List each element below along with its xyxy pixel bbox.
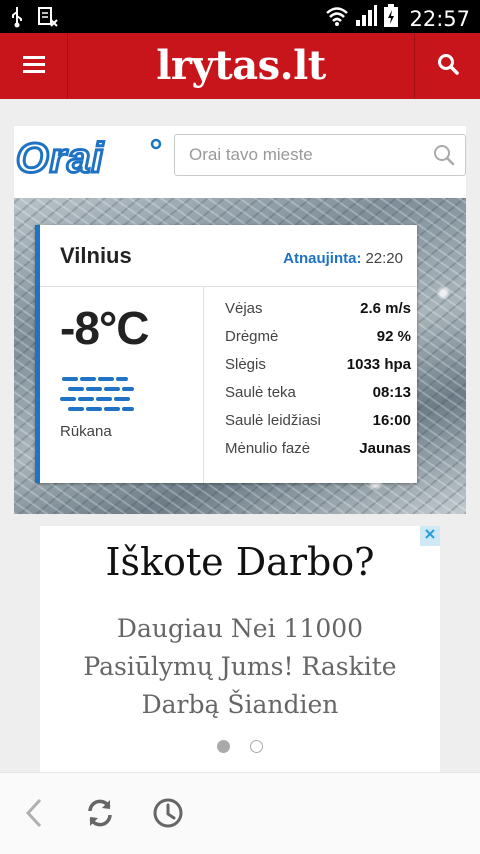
header-search-button[interactable] — [414, 33, 480, 99]
fog-icon — [60, 375, 136, 420]
ad-banner[interactable]: Iškote Darbo? Daugiau Nei 11000 Pasiūlym… — [40, 526, 440, 772]
clock-icon — [152, 797, 184, 834]
ad-page-dot[interactable] — [250, 740, 263, 753]
weather-condition: Rūkana — [60, 423, 112, 440]
city-search-box[interactable] — [174, 134, 466, 176]
orai-logo-graphic: Orai — [15, 133, 162, 183]
menu-button[interactable] — [0, 33, 68, 99]
stat-label: Drėgmė — [225, 328, 279, 345]
stat-label: Mėnulio fazė — [225, 440, 311, 457]
stat-sunrise: Saulė teka 08:13 — [225, 379, 411, 407]
updated-time: 22:20 — [365, 250, 403, 267]
hamburger-icon — [22, 55, 45, 78]
history-button[interactable] — [148, 795, 188, 835]
temperature: -8°C — [60, 302, 150, 354]
browser-bottom-bar — [0, 772, 480, 854]
stat-value: 92 % — [376, 328, 411, 345]
stat-value: 08:13 — [372, 384, 411, 401]
stat-label: Saulė leidžiasi — [225, 412, 321, 429]
updated-info: Atnaujinta: 22:20 — [283, 250, 403, 267]
wifi-icon — [325, 5, 349, 32]
stat-wind: Vėjas 2.6 m/s — [225, 295, 411, 323]
stat-sunset: Saulė leidžiasi 16:00 — [225, 407, 411, 435]
city-name: Vilnius — [60, 243, 132, 268]
stat-value: 2.6 m/s — [360, 300, 411, 317]
stat-label: Vėjas — [225, 300, 263, 317]
weather-widget: Orai Vilnius Atnaujinta:22:20 -8°C — [14, 126, 466, 514]
site-logo[interactable]: lrytas.lt — [68, 33, 414, 99]
stat-humidity: Drėgmė 92 % — [225, 323, 411, 351]
search-icon — [437, 53, 459, 80]
ad-body[interactable]: Daugiau Nei 11000 Pasiūlymų Jums! Raskit… — [50, 610, 430, 724]
stat-moon-phase: Mėnulio fazė Jaunas — [225, 435, 411, 463]
weather-background-image: Vilnius Atnaujinta: 22:20 -8°C Rūkana Vė… — [14, 198, 466, 514]
storage-notification-icon — [38, 6, 58, 33]
status-clock: 22:57 — [409, 6, 470, 31]
refresh-icon — [84, 797, 116, 834]
back-button[interactable] — [14, 795, 54, 835]
back-arrow-icon — [25, 798, 43, 833]
usb-icon — [10, 6, 24, 33]
app-header: lrytas.lt — [0, 33, 480, 99]
updated-label: Atnaujinta: — [283, 250, 362, 267]
stat-value: Jaunas — [359, 440, 411, 457]
divider — [203, 286, 204, 483]
divider — [40, 286, 417, 287]
status-bar: 22:57 — [0, 0, 480, 33]
orai-logo-text: Orai — [16, 136, 104, 180]
stat-label: Slėgis — [225, 356, 266, 373]
stat-pressure: Slėgis 1033 hpa — [225, 351, 411, 379]
ad-pagination — [40, 740, 440, 753]
stat-label: Saulė teka — [225, 384, 296, 401]
battery-icon — [383, 4, 399, 33]
stat-value: 16:00 — [372, 412, 411, 429]
city-search-input[interactable] — [189, 135, 419, 175]
main-content: Orai Vilnius Atnaujinta:22:20 -8°C — [0, 99, 480, 772]
stat-value: 1033 hpa — [346, 356, 411, 373]
weather-card: Vilnius Atnaujinta: 22:20 -8°C Rūkana Vė… — [35, 225, 417, 483]
ad-headline[interactable]: Iškote Darbo? — [40, 540, 440, 584]
weather-stats: Vėjas 2.6 m/s Drėgmė 92 % Slėgis 1033 hpa S… — [225, 295, 411, 463]
reload-button[interactable] — [80, 795, 120, 835]
orai-logo[interactable]: Orai — [15, 133, 166, 183]
search-icon[interactable] — [433, 144, 455, 171]
ad-page-dot-active[interactable] — [217, 740, 230, 753]
signal-icon — [355, 5, 378, 32]
